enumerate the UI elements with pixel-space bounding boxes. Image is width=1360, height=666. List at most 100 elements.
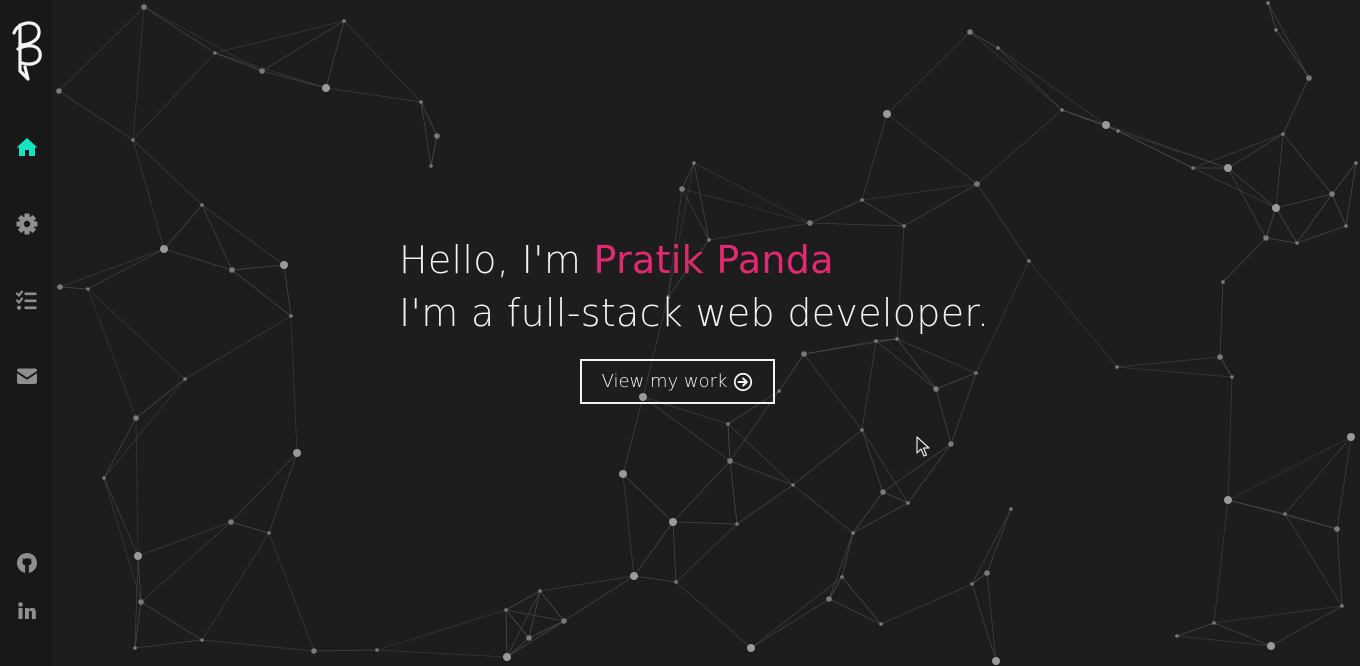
linkedin-icon[interactable]	[15, 599, 39, 623]
network-link	[163, 204, 203, 250]
home-icon[interactable]	[15, 135, 39, 159]
network-link	[672, 521, 677, 583]
network-link	[505, 609, 530, 639]
network-link	[430, 135, 438, 167]
network-link	[1336, 528, 1343, 607]
hero: Hello, I'm Pratik Panda I'm a full-stack…	[399, 234, 990, 404]
network-node	[213, 51, 217, 55]
network-link	[268, 532, 315, 652]
network-link	[231, 269, 292, 317]
network-link	[261, 70, 327, 89]
network-node	[777, 389, 781, 393]
network-link	[1227, 167, 1267, 239]
list-check-icon[interactable]	[15, 288, 39, 312]
network-node	[1354, 161, 1358, 165]
network-link	[809, 199, 863, 224]
network-link	[1117, 130, 1194, 169]
network-node	[160, 245, 168, 253]
network-link	[852, 491, 884, 534]
network-link	[693, 162, 710, 241]
network-link	[58, 90, 134, 141]
network-node	[183, 377, 187, 381]
network-link	[852, 502, 909, 534]
network-link	[1213, 499, 1229, 624]
network-link	[313, 649, 378, 652]
network-link	[778, 353, 805, 392]
network-link	[841, 576, 882, 625]
network-link	[528, 620, 565, 639]
envelope-icon[interactable]	[15, 364, 39, 388]
network-node	[1267, 642, 1275, 650]
network-link	[184, 315, 292, 380]
network-link	[59, 286, 89, 290]
network-link	[1227, 436, 1352, 501]
network-node	[503, 653, 511, 661]
network-link	[103, 477, 142, 603]
network-link	[1117, 130, 1229, 169]
network-link	[672, 460, 731, 523]
network-link	[1176, 635, 1272, 647]
network-link	[896, 338, 937, 390]
network-link	[727, 423, 794, 486]
network-link	[1213, 622, 1272, 647]
network-link	[143, 6, 263, 72]
network-link	[1227, 376, 1233, 501]
hero-tagline: I'm a full-stack web developer.	[399, 291, 990, 335]
network-node	[56, 88, 62, 94]
network-link	[997, 47, 1063, 111]
network-node	[992, 657, 1000, 665]
network-link	[828, 532, 854, 600]
network-link	[1345, 162, 1357, 227]
network-link	[1275, 133, 1284, 209]
network-link	[861, 113, 888, 201]
network-link	[622, 473, 674, 523]
network-link	[376, 649, 508, 658]
network-link	[1275, 207, 1298, 244]
network-node	[1283, 512, 1287, 516]
network-node	[526, 635, 532, 641]
network-node	[133, 646, 137, 650]
network-node	[974, 371, 978, 375]
network-link	[1331, 193, 1347, 227]
network-node	[228, 519, 234, 525]
network-link	[132, 139, 203, 206]
network-link	[971, 508, 1012, 585]
network-link	[1028, 260, 1118, 368]
network-link	[675, 523, 738, 583]
network-link	[1116, 356, 1221, 368]
hero-heading: Hello, I'm Pratik Panda	[399, 234, 989, 287]
network-link	[861, 199, 905, 227]
network-node	[102, 476, 106, 480]
network-node	[138, 599, 144, 605]
network-node	[879, 622, 883, 626]
network-link	[143, 6, 216, 54]
network-node	[86, 287, 90, 291]
network-node	[801, 351, 807, 357]
network-node	[322, 84, 330, 92]
mouse-cursor-icon	[916, 436, 930, 457]
network-link	[140, 601, 203, 641]
gear-icon[interactable]	[15, 212, 39, 236]
network-node	[669, 518, 677, 526]
logo-icon[interactable]	[8, 15, 44, 81]
network-node	[674, 580, 678, 584]
network-link	[841, 532, 854, 578]
network-link	[137, 555, 142, 603]
network-link	[633, 575, 677, 583]
network-node	[619, 470, 627, 478]
network-node	[375, 648, 379, 652]
network-link	[727, 423, 731, 462]
view-my-work-button[interactable]: View my work	[580, 359, 775, 404]
network-link	[750, 598, 830, 649]
network-node	[141, 4, 147, 10]
network-link	[750, 576, 843, 649]
network-node	[630, 572, 638, 580]
network-node	[902, 224, 906, 228]
network-link	[1213, 605, 1343, 624]
network-node	[906, 501, 910, 505]
network-link	[140, 521, 232, 603]
network-link	[132, 6, 145, 141]
github-icon[interactable]	[15, 551, 39, 575]
network-link	[861, 183, 978, 201]
network-link	[325, 87, 422, 103]
